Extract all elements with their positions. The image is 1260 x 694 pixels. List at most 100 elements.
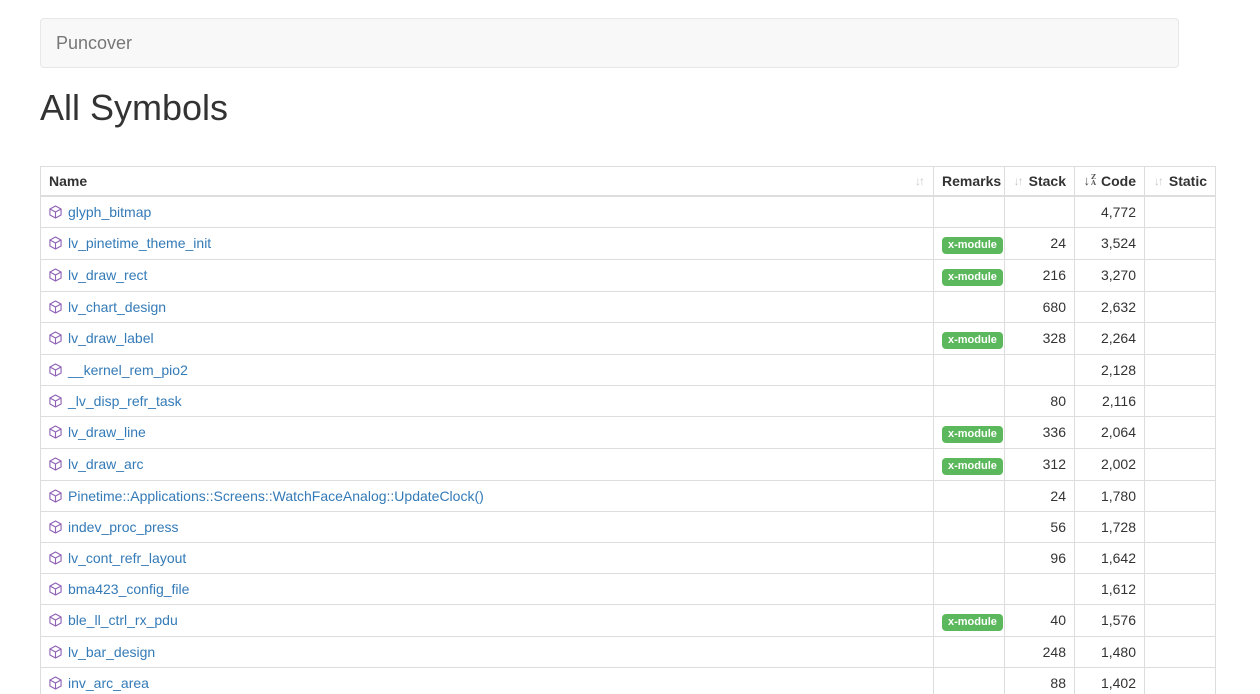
name-cell: __kernel_rem_pio2 [41, 354, 934, 385]
remarks-cell: x-module [934, 227, 1005, 259]
column-label-static: Static [1169, 173, 1207, 189]
code-value: 2,264 [1075, 322, 1145, 354]
name-cell: lv_chart_design [41, 291, 934, 322]
column-header-stack[interactable]: ↓↑ Stack [1005, 166, 1075, 196]
page-title: All Symbols [40, 88, 1260, 128]
stack-value: 248 [1005, 636, 1075, 667]
symbol-link[interactable]: lv_draw_arc [68, 456, 143, 472]
name-cell: lv_pinetime_theme_init [41, 227, 934, 259]
stack-value: 24 [1005, 480, 1075, 511]
cube-icon [49, 394, 62, 408]
remarks-cell: x-module [934, 448, 1005, 480]
code-value: 1,728 [1075, 511, 1145, 542]
symbol-link[interactable]: lv_draw_rect [68, 267, 147, 283]
symbol-link[interactable]: lv_chart_design [68, 299, 166, 315]
symbol-link[interactable]: lv_cont_refr_layout [68, 550, 186, 566]
x-module-badge: x-module [942, 237, 1003, 254]
stack-value: 56 [1005, 511, 1075, 542]
static-value [1145, 511, 1216, 542]
table-row: inv_arc_area 88 1,402 [41, 667, 1216, 694]
static-value [1145, 291, 1216, 322]
name-cell: lv_draw_label [41, 322, 934, 354]
remarks-cell [934, 480, 1005, 511]
navbar-brand[interactable]: Puncover [41, 19, 147, 67]
cube-icon [49, 520, 62, 534]
remarks-cell [934, 385, 1005, 416]
code-value: 2,116 [1075, 385, 1145, 416]
symbol-link[interactable]: lv_draw_line [68, 424, 146, 440]
static-value [1145, 604, 1216, 636]
cube-icon [49, 613, 62, 627]
column-header-code[interactable]: ↓ z a Code [1075, 166, 1145, 196]
code-value: 2,128 [1075, 354, 1145, 385]
table-row: bma423_config_file 1,612 [41, 573, 1216, 604]
symbols-table: Name ↓↑ Remarks ↓↑ Stack [40, 166, 1216, 694]
stack-value: 24 [1005, 227, 1075, 259]
stack-value: 680 [1005, 291, 1075, 322]
stack-value [1005, 354, 1075, 385]
remarks-cell [934, 573, 1005, 604]
remarks-cell: x-module [934, 604, 1005, 636]
name-cell: inv_arc_area [41, 667, 934, 694]
cube-icon [49, 457, 62, 471]
symbol-link[interactable]: lv_draw_label [68, 330, 154, 346]
remarks-cell [934, 542, 1005, 573]
table-body: glyph_bitmap 4,772 lv_pinetime_theme_ini… [41, 196, 1216, 694]
name-cell: lv_bar_design [41, 636, 934, 667]
symbols-table-container: Name ↓↑ Remarks ↓↑ Stack [40, 166, 1260, 694]
symbol-link[interactable]: ble_ll_ctrl_rx_pdu [68, 612, 178, 628]
code-value: 3,270 [1075, 259, 1145, 291]
static-value [1145, 573, 1216, 604]
cube-icon [49, 300, 62, 314]
code-value: 2,064 [1075, 416, 1145, 448]
cube-icon [49, 676, 62, 690]
stack-value [1005, 573, 1075, 604]
symbol-link[interactable]: __kernel_rem_pio2 [68, 362, 188, 378]
table-row: lv_cont_refr_layout 96 1,642 [41, 542, 1216, 573]
table-row: glyph_bitmap 4,772 [41, 196, 1216, 228]
x-module-badge: x-module [942, 269, 1003, 286]
code-value: 1,642 [1075, 542, 1145, 573]
table-row: lv_bar_design 248 1,480 [41, 636, 1216, 667]
code-value: 2,002 [1075, 448, 1145, 480]
table-row: lv_draw_arc x-module 312 2,002 [41, 448, 1216, 480]
column-header-remarks[interactable]: Remarks [934, 166, 1005, 196]
static-value [1145, 416, 1216, 448]
remarks-cell: x-module [934, 259, 1005, 291]
stack-value: 88 [1005, 667, 1075, 694]
symbol-link[interactable]: lv_pinetime_theme_init [68, 235, 211, 251]
remarks-cell [934, 354, 1005, 385]
name-cell: lv_draw_line [41, 416, 934, 448]
cube-icon [49, 205, 62, 219]
table-row: _lv_disp_refr_task 80 2,116 [41, 385, 1216, 416]
symbol-link[interactable]: bma423_config_file [68, 581, 189, 597]
symbol-link[interactable]: indev_proc_press [68, 519, 179, 535]
stack-value: 328 [1005, 322, 1075, 354]
static-value [1145, 480, 1216, 511]
sort-icon: ↓↑ [915, 174, 925, 188]
column-header-name[interactable]: Name ↓↑ [41, 166, 934, 196]
symbol-link[interactable]: _lv_disp_refr_task [68, 393, 182, 409]
name-cell: _lv_disp_refr_task [41, 385, 934, 416]
name-cell: Pinetime::Applications::Screens::WatchFa… [41, 480, 934, 511]
symbol-link[interactable]: lv_bar_design [68, 644, 155, 660]
table-row: lv_draw_label x-module 328 2,264 [41, 322, 1216, 354]
cube-icon [49, 363, 62, 377]
x-module-badge: x-module [942, 332, 1003, 349]
remarks-cell [934, 291, 1005, 322]
code-value: 1,612 [1075, 573, 1145, 604]
symbol-link[interactable]: inv_arc_area [68, 675, 149, 691]
symbol-link[interactable]: Pinetime::Applications::Screens::WatchFa… [68, 488, 484, 504]
column-label-name: Name [49, 173, 87, 189]
cube-icon [49, 425, 62, 439]
column-header-static[interactable]: ↓↑ Static [1145, 166, 1216, 196]
table-row: lv_chart_design 680 2,632 [41, 291, 1216, 322]
cube-icon [49, 268, 62, 282]
symbol-link[interactable]: glyph_bitmap [68, 204, 151, 220]
code-value: 1,576 [1075, 604, 1145, 636]
static-value [1145, 322, 1216, 354]
code-value: 2,632 [1075, 291, 1145, 322]
static-value [1145, 354, 1216, 385]
remarks-cell [934, 667, 1005, 694]
remarks-cell: x-module [934, 322, 1005, 354]
